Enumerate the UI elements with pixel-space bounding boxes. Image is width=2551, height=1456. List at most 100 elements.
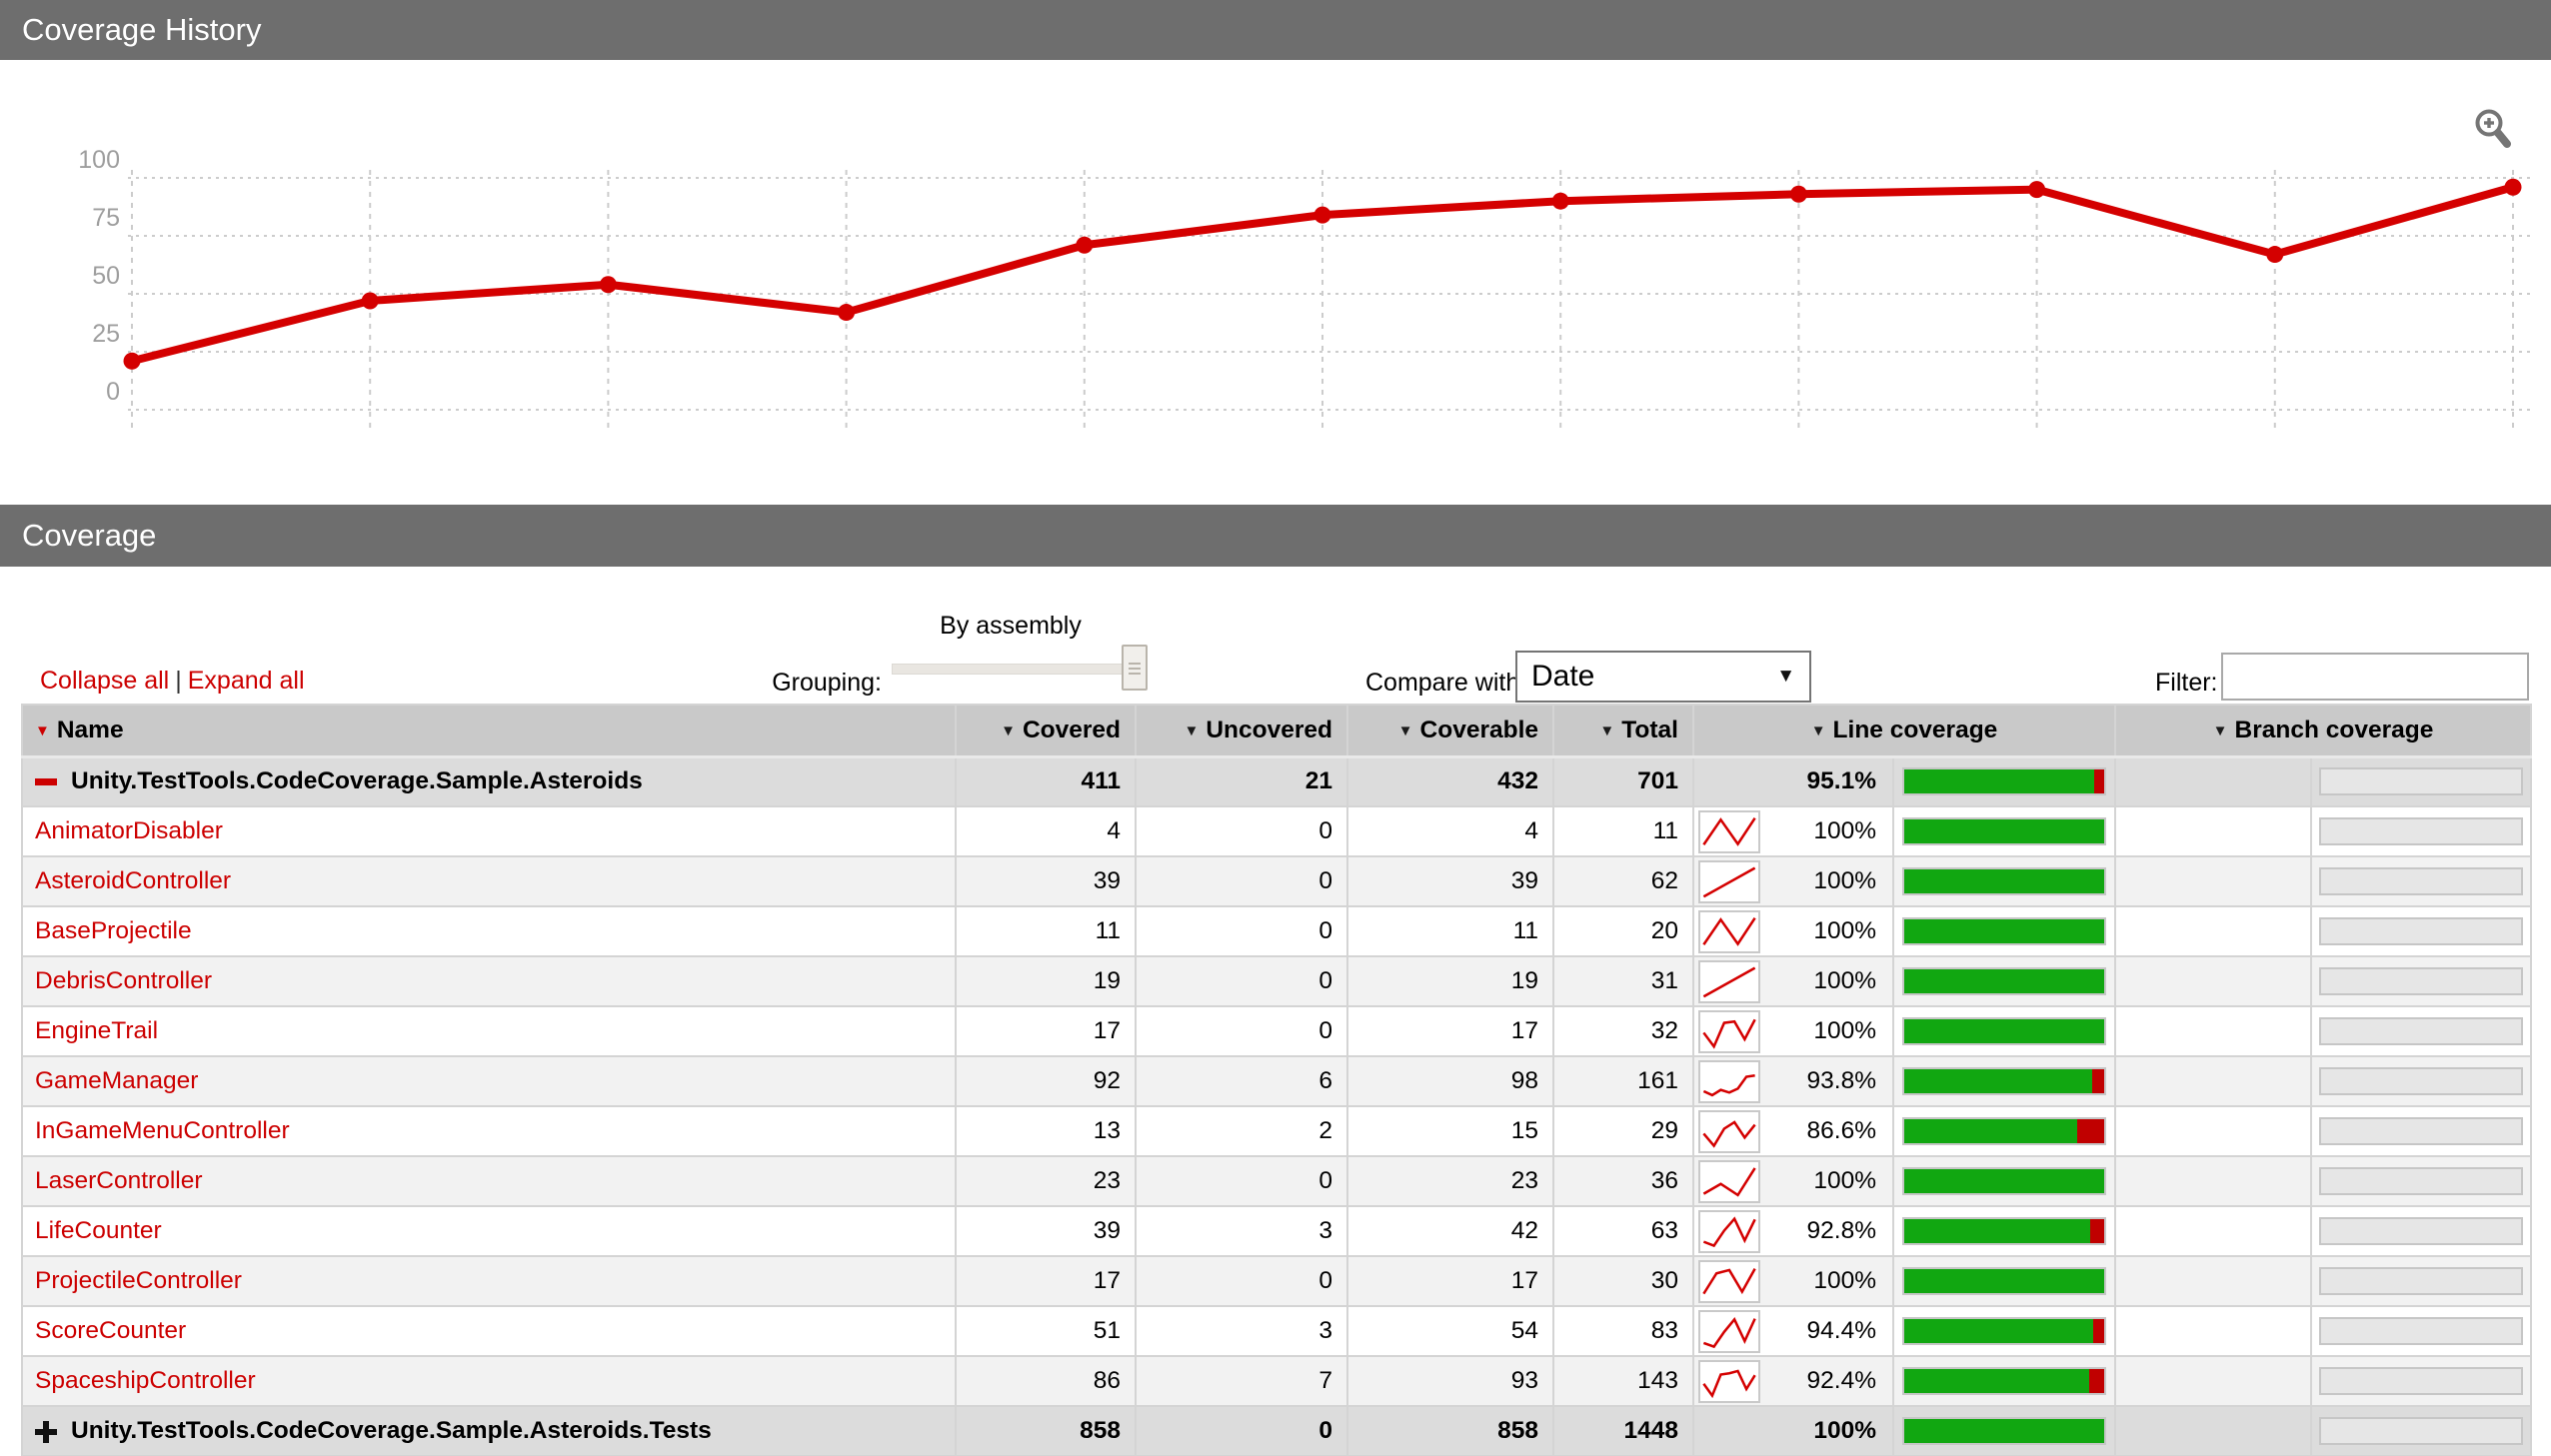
compare-with-select[interactable]: Date ▼ [1515, 651, 1811, 703]
cell-branch-coverage-bar [2309, 855, 2533, 907]
line-coverage-percent: 92.4% [1806, 1367, 1876, 1394]
y-axis-tick-label: 0 [106, 378, 120, 406]
grouping-label: Grouping: [772, 669, 882, 697]
cell-branch-coverage-percent [2114, 905, 2312, 957]
expand-all-link[interactable]: Expand all [188, 667, 305, 695]
column-header-name[interactable]: ▼ Name [21, 704, 957, 758]
cell-uncovered: 3 [1135, 1205, 1348, 1257]
cell-uncovered: 0 [1135, 805, 1348, 857]
cell-name: DebrisController [21, 955, 957, 1007]
covered-bar-segment [1904, 1419, 2104, 1443]
class-link[interactable]: GameManager [35, 1067, 198, 1094]
class-link[interactable]: SpaceshipController [35, 1367, 256, 1394]
coverage-history-sparkline-icon [1698, 1160, 1760, 1203]
cell-branch-coverage-bar [2309, 1255, 2533, 1307]
sort-down-icon: ▼ [1599, 722, 1615, 739]
class-link[interactable]: AsteroidController [35, 867, 231, 894]
class-row: InGameMenuController 13 2 15 29 86.6% [21, 1105, 2533, 1157]
slider-grip-icon [1129, 663, 1141, 665]
cell-uncovered: 0 [1135, 955, 1348, 1007]
cell-branch-coverage-percent [2114, 855, 2312, 907]
covered-bar-segment [1904, 819, 2104, 843]
cell-total: 30 [1552, 1255, 1694, 1307]
assembly-name: Unity.TestTools.CodeCoverage.Sample.Aste… [71, 767, 643, 795]
assembly-row[interactable]: Unity.TestTools.CodeCoverage.Sample.Aste… [21, 755, 2533, 807]
cell-branch-coverage-percent [2114, 1255, 2312, 1307]
cell-name: ScoreCounter [21, 1305, 957, 1357]
compare-with-selected-value: Date [1531, 660, 1595, 693]
line-coverage-percent: 100% [1813, 967, 1876, 994]
grouping-value-label: By assembly [940, 612, 1082, 640]
cell-line-coverage-bar [1892, 805, 2116, 857]
cell-branch-coverage-percent [2114, 1355, 2312, 1407]
column-header-coverable[interactable]: ▼ Coverable [1346, 704, 1554, 758]
assembly-row[interactable]: Unity.TestTools.CodeCoverage.Sample.Aste… [21, 1405, 2533, 1456]
compare-with-label: Compare with: [1365, 669, 1527, 697]
cell-coverable: 17 [1346, 1005, 1554, 1057]
class-link[interactable]: AnimatorDisabler [35, 817, 223, 844]
class-link[interactable]: EngineTrail [35, 1017, 158, 1044]
coverage-history-sparkline-icon [1698, 1360, 1760, 1403]
grouping-slider[interactable] [892, 645, 1154, 691]
column-header-covered[interactable]: ▼ Covered [955, 704, 1137, 758]
coverage-history-sparkline-icon [1698, 910, 1760, 953]
class-link[interactable]: ProjectileController [35, 1267, 242, 1294]
filter-input[interactable] [2221, 653, 2529, 701]
class-link[interactable]: BaseProjectile [35, 917, 192, 944]
sort-down-icon: ▼ [35, 722, 50, 739]
cell-branch-coverage-bar [2309, 805, 2533, 857]
cell-total: 29 [1552, 1105, 1694, 1157]
line-coverage-bar [1902, 1067, 2106, 1095]
line-coverage-bar [1902, 867, 2106, 895]
cell-branch-coverage-percent [2114, 755, 2312, 807]
class-link[interactable]: InGameMenuController [35, 1117, 290, 1144]
cell-line-coverage-bar [1892, 1105, 2116, 1157]
column-header-line-coverage[interactable]: ▼ Line coverage [1692, 704, 2116, 758]
branch-coverage-empty-bar [2319, 1417, 2523, 1445]
cell-covered: 39 [955, 1205, 1137, 1257]
cell-line-coverage-percent: 94.4% [1692, 1305, 1894, 1357]
line-coverage-percent: 100% [1813, 1167, 1876, 1194]
branch-coverage-empty-bar [2319, 1167, 2523, 1195]
covered-bar-segment [1904, 1169, 2104, 1193]
class-link[interactable]: LaserController [35, 1167, 203, 1194]
cell-line-coverage-bar [1892, 1355, 2116, 1407]
cell-line-coverage-bar [1892, 755, 2116, 807]
cell-name: LaserController [21, 1155, 957, 1207]
collapse-minus-icon[interactable] [35, 778, 57, 786]
cell-covered: 17 [955, 1005, 1137, 1057]
column-header-branch-coverage[interactable]: ▼ Branch coverage [2113, 704, 2533, 758]
cell-name: ProjectileController [21, 1255, 957, 1307]
class-link[interactable]: LifeCounter [35, 1217, 162, 1244]
line-coverage-percent: 100% [1813, 1017, 1876, 1044]
coverage-history-line-chart: 0 25 50 75 100 [78, 146, 2531, 434]
cell-name: Unity.TestTools.CodeCoverage.Sample.Aste… [21, 755, 957, 807]
class-row: DebrisController 19 0 19 31 100% [21, 955, 2533, 1007]
line-coverage-percent: 93.8% [1806, 1067, 1876, 1094]
line-coverage-percent: 100% [1813, 817, 1876, 844]
expand-plus-icon[interactable] [35, 1420, 57, 1443]
chart-zoom-icon[interactable] [2471, 106, 2517, 154]
cell-uncovered: 3 [1135, 1305, 1348, 1357]
cell-line-coverage-percent: 92.4% [1692, 1355, 1894, 1407]
column-header-uncovered[interactable]: ▼ Uncovered [1135, 704, 1348, 758]
coverage-history-sparkline-icon [1698, 1310, 1760, 1353]
branch-coverage-empty-bar [2319, 1267, 2523, 1295]
cell-line-coverage-bar [1892, 1205, 2116, 1257]
cell-line-coverage-bar [1892, 1255, 2116, 1307]
sort-down-icon: ▼ [1001, 722, 1016, 739]
grouping-slider-thumb[interactable] [1122, 645, 1148, 691]
class-row: SpaceshipController 86 7 93 143 92.4% [21, 1355, 2533, 1407]
line-coverage-bar [1902, 1117, 2106, 1145]
class-link[interactable]: DebrisController [35, 967, 212, 994]
grouping-slider-track[interactable] [892, 664, 1132, 675]
coverage-title: Coverage [22, 518, 157, 553]
links-separator: | [175, 667, 182, 695]
class-link[interactable]: ScoreCounter [35, 1317, 186, 1344]
branch-coverage-empty-bar [2319, 817, 2523, 845]
collapse-all-link[interactable]: Collapse all [40, 667, 169, 695]
column-header-total[interactable]: ▼ Total [1552, 704, 1694, 758]
cell-uncovered: 21 [1135, 755, 1348, 807]
branch-coverage-empty-bar [2319, 1067, 2523, 1095]
coverage-history-sparkline-icon [1698, 1260, 1760, 1303]
